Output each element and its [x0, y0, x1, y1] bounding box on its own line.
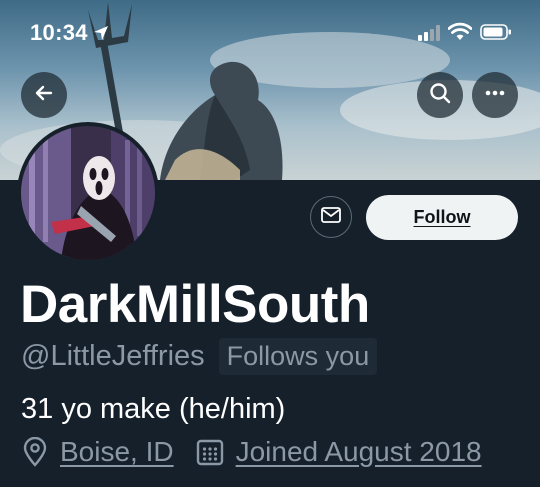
avatar-image: [21, 126, 155, 260]
status-bar: 10:34: [0, 0, 540, 60]
profile-meta: Boise, ID Joined August 2018: [22, 436, 482, 468]
handle-row: @LittleJeffries Follows you: [21, 338, 378, 375]
joined-date: Joined August 2018: [235, 436, 482, 467]
location-pin-icon: [22, 437, 48, 467]
back-arrow-icon: [33, 82, 55, 109]
back-button[interactable]: [21, 72, 67, 118]
envelope-icon: [321, 206, 341, 228]
bio: 31 yo make (he/him): [21, 393, 286, 425]
status-time: 10:34: [30, 20, 88, 45]
avatar[interactable]: [17, 122, 159, 264]
user-handle: @LittleJeffries: [21, 340, 205, 372]
follows-you-badge: Follows you: [218, 338, 378, 375]
battery-icon: [480, 24, 512, 45]
message-button[interactable]: [310, 196, 352, 238]
location-link[interactable]: Boise, ID: [60, 436, 174, 468]
search-icon: [428, 81, 452, 110]
location-arrow-icon: [92, 24, 110, 47]
more-button[interactable]: [472, 72, 518, 118]
search-button[interactable]: [417, 72, 463, 118]
display-name: DarkMillSouth: [20, 275, 370, 334]
calendar-icon: [196, 438, 224, 466]
wifi-icon: [447, 22, 473, 47]
cellular-signal-icon: [418, 25, 442, 46]
follow-button[interactable]: Follow: [366, 195, 518, 240]
more-dots-icon: [483, 81, 507, 110]
